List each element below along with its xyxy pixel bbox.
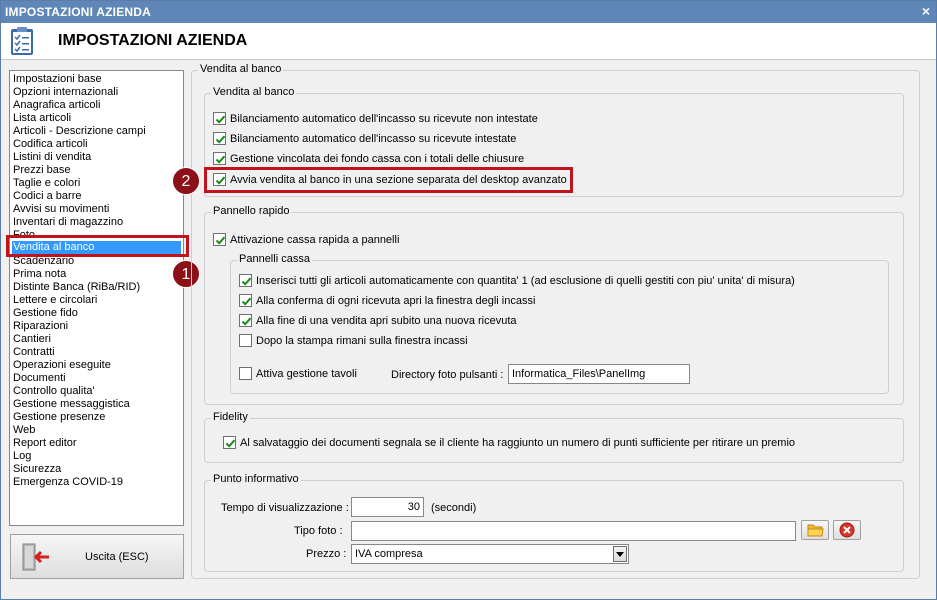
sidebar-item[interactable]: Cantieri: [12, 333, 51, 346]
checkbox-box[interactable]: [239, 334, 252, 347]
sidebar-item[interactable]: Taglie e colori: [12, 177, 80, 190]
checkbox-label: Al salvataggio dei documenti segnala se …: [240, 437, 796, 449]
checkbox-label: Bilanciamento automatico dell'incasso su…: [230, 113, 538, 125]
checkbox-box[interactable]: [239, 274, 252, 287]
checkbox-box[interactable]: [239, 314, 252, 327]
sidebar-item[interactable]: Distinte Banca (RiBa/RID): [12, 281, 140, 294]
sidebar-item[interactable]: Lettere e circolari: [12, 294, 97, 307]
exit-door-icon: [20, 541, 52, 576]
prezzo-select-value: IVA compresa: [355, 548, 423, 560]
sidebar-item[interactable]: Gestione messaggistica: [12, 398, 130, 411]
pannelli-cassa-legend: Pannelli cassa: [237, 253, 312, 265]
sidebar-item[interactable]: Report editor: [12, 437, 77, 450]
sidebar-item[interactable]: Opzioni internazionali: [12, 86, 118, 99]
sidebar-item[interactable]: Anagrafica articoli: [12, 99, 100, 112]
sidebar-item[interactable]: Avvisi su movimenti: [12, 203, 109, 216]
checkbox-box[interactable]: [223, 436, 236, 449]
sidebar-item[interactable]: Impostazioni base: [12, 73, 102, 86]
checkbox-box[interactable]: [213, 152, 226, 165]
sidebar-item[interactable]: Sicurezza: [12, 463, 61, 476]
folder-icon: [802, 524, 828, 542]
step-badge-2: 2: [172, 167, 200, 195]
checkbox-box[interactable]: [213, 132, 226, 145]
punto-informativo-legend: Punto informativo: [211, 473, 301, 485]
settings-sidebar[interactable]: Impostazioni base Opzioni internazionali…: [9, 70, 184, 526]
sidebar-item[interactable]: Documenti: [12, 372, 66, 385]
close-icon[interactable]: ×: [922, 3, 930, 19]
highlight-box-option: [204, 167, 573, 193]
checkbox-label: Attivazione cassa rapida a pannelli: [230, 234, 400, 246]
exit-button-label: Uscita (ESC): [85, 551, 149, 563]
sidebar-item[interactable]: Contratti: [12, 346, 55, 359]
sidebar-item[interactable]: Codifica articoli: [12, 138, 88, 151]
sidebar-item[interactable]: Prima nota: [12, 268, 66, 281]
clear-icon: [834, 522, 860, 542]
sidebar-item[interactable]: Listini di vendita: [12, 151, 91, 164]
sidebar-item[interactable]: Articoli - Descrizione campi: [12, 125, 146, 138]
window-title: IMPOSTAZIONI AZIENDA: [5, 5, 151, 19]
prezzo-select[interactable]: IVA compresa: [351, 544, 629, 564]
checkbox-label: Dopo la stampa rimani sulla finestra inc…: [256, 335, 468, 347]
sidebar-item[interactable]: Log: [12, 450, 31, 463]
checkbox-box[interactable]: [213, 233, 226, 246]
sidebar-item[interactable]: Emergenza COVID-19: [12, 476, 123, 489]
tempo-unit-label: (secondi): [431, 502, 477, 514]
checkbox-label: Alla conferma di ogni ricevuta apri la f…: [256, 295, 536, 307]
sidebar-item[interactable]: Gestione presenze: [12, 411, 105, 424]
pannello-rapido-legend: Pannello rapido: [211, 205, 292, 217]
tipo-foto-label: Tipo foto :: [294, 525, 343, 537]
sidebar-item[interactable]: Inventari di magazzino: [12, 216, 123, 229]
browse-folder-button[interactable]: [801, 520, 829, 540]
exit-button[interactable]: Uscita (ESC): [10, 534, 184, 579]
sidebar-item[interactable]: Operazioni eseguite: [12, 359, 111, 372]
fidelity-legend: Fidelity: [211, 411, 250, 423]
sidebar-item[interactable]: Prezzi base: [12, 164, 70, 177]
page-title: IMPOSTAZIONI AZIENDA: [58, 32, 248, 49]
checkbox-box[interactable]: [213, 112, 226, 125]
checkbox-box[interactable]: [239, 367, 252, 380]
vendita-group-legend: Vendita al banco: [211, 86, 297, 98]
prezzo-label: Prezzo :: [306, 548, 347, 560]
page-header: IMPOSTAZIONI AZIENDA: [1, 23, 936, 60]
highlight-box-sidebar: [6, 235, 189, 257]
clipboard-checklist-icon: [9, 26, 35, 59]
outer-group-legend: Vendita al banco: [198, 63, 284, 75]
checkbox-label: Alla fine di una vendita apri subito una…: [256, 315, 517, 327]
sidebar-item[interactable]: Codici a barre: [12, 190, 81, 203]
sidebar-item[interactable]: Web: [12, 424, 35, 437]
directory-foto-input[interactable]: Informatica_Files\PanelImg: [508, 364, 690, 384]
tipo-foto-input[interactable]: [351, 521, 796, 541]
sidebar-item[interactable]: Controllo qualita': [12, 385, 95, 398]
tempo-visualizzazione-label: Tempo di visualizzazione :: [221, 502, 349, 514]
sidebar-item[interactable]: Riparazioni: [12, 320, 68, 333]
sidebar-item[interactable]: Lista articoli: [12, 112, 71, 125]
sidebar-item[interactable]: Gestione fido: [12, 307, 78, 320]
checkbox-label: Attiva gestione tavoli: [256, 368, 357, 380]
directory-foto-label: Directory foto pulsanti :: [391, 369, 504, 381]
checkbox-box[interactable]: [239, 294, 252, 307]
title-bar: IMPOSTAZIONI AZIENDA ×: [1, 1, 936, 23]
checkbox-label: Bilanciamento automatico dell'incasso su…: [230, 133, 517, 145]
settings-window: IMPOSTAZIONI AZIENDA × IMPOSTAZIONI AZIE…: [0, 0, 937, 600]
tempo-visualizzazione-input[interactable]: 30: [351, 497, 424, 517]
clear-button[interactable]: [833, 520, 861, 540]
checkbox-label: Inserisci tutti gli articoli automaticam…: [256, 275, 795, 287]
checkbox-label: Gestione vincolata dei fondo cassa con i…: [230, 153, 525, 165]
chevron-down-icon[interactable]: [613, 546, 627, 562]
